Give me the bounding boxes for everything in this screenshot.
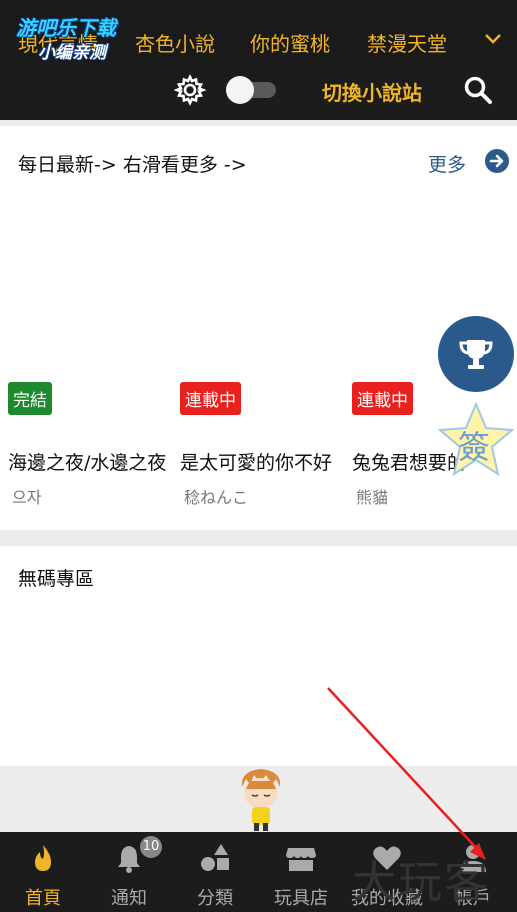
tab-your-peach[interactable]: 你的蜜桃 <box>250 28 330 57</box>
uncensored-section: 無碼專區 <box>0 546 517 766</box>
daily-sign-in-button[interactable]: 簽 <box>436 400 516 480</box>
store-icon <box>286 848 316 871</box>
section-title: 每日最新-> 右滑看更多 -> <box>18 154 247 176</box>
trophy-icon <box>459 340 493 369</box>
nav-label: 分類 <box>197 888 233 909</box>
watermark-bottom: 大玩客 <box>352 857 490 908</box>
gear-icon[interactable] <box>174 74 206 106</box>
arrow-right-circle-icon[interactable] <box>484 148 510 174</box>
tab-jm-heaven[interactable]: 禁漫天堂 <box>367 28 447 57</box>
comic-card[interactable]: 連載中 是太可愛的你不好 稔ねんこ <box>180 382 352 512</box>
trophy-button[interactable] <box>438 316 514 392</box>
nav-label: 首頁 <box>25 888 61 909</box>
comic-author: 稔ねんこ <box>184 488 249 507</box>
watermark-line2: 小编亲测 <box>38 43 106 63</box>
more-link[interactable]: 更多 <box>428 150 466 177</box>
comic-author: 으자 <box>12 488 42 507</box>
comic-title: 是太可愛的你不好 <box>180 452 333 474</box>
switch-novel-site-button[interactable]: 切換小說站 <box>322 77 422 106</box>
watermark-line1: 游吧乐下载 <box>16 16 116 40</box>
watermark-logo: 游吧乐下载 小编亲测 <box>8 8 148 64</box>
status-badge: 完結 <box>8 382 52 415</box>
chevron-down-icon[interactable] <box>482 28 504 50</box>
status-badge: 連載中 <box>180 382 241 415</box>
nav-categories[interactable]: 分類 <box>172 832 258 912</box>
search-icon[interactable] <box>462 74 494 106</box>
notification-count-badge: 10 <box>140 836 162 858</box>
sign-label: 簽 <box>458 428 491 466</box>
mascot-image <box>241 769 281 831</box>
section-title: 無碼專區 <box>18 568 95 590</box>
shapes-icon <box>201 844 229 871</box>
nav-label: 通知 <box>111 888 147 909</box>
nav-home[interactable]: 首頁 <box>0 832 86 912</box>
comic-author: 熊貓 <box>356 488 389 507</box>
nav-label: 玩具店 <box>274 888 328 909</box>
nav-toy-store[interactable]: 玩具店 <box>258 832 344 912</box>
comic-card[interactable]: 完結 海邊之夜/水邊之夜 으자 <box>8 382 180 512</box>
toolbar: 切換小說站 <box>0 62 517 120</box>
toggle-knob <box>226 76 254 104</box>
comic-title: 海邊之夜/水邊之夜 <box>8 452 167 474</box>
status-badge: 連載中 <box>352 382 413 415</box>
theme-toggle[interactable] <box>224 76 278 104</box>
flame-icon <box>35 845 51 871</box>
